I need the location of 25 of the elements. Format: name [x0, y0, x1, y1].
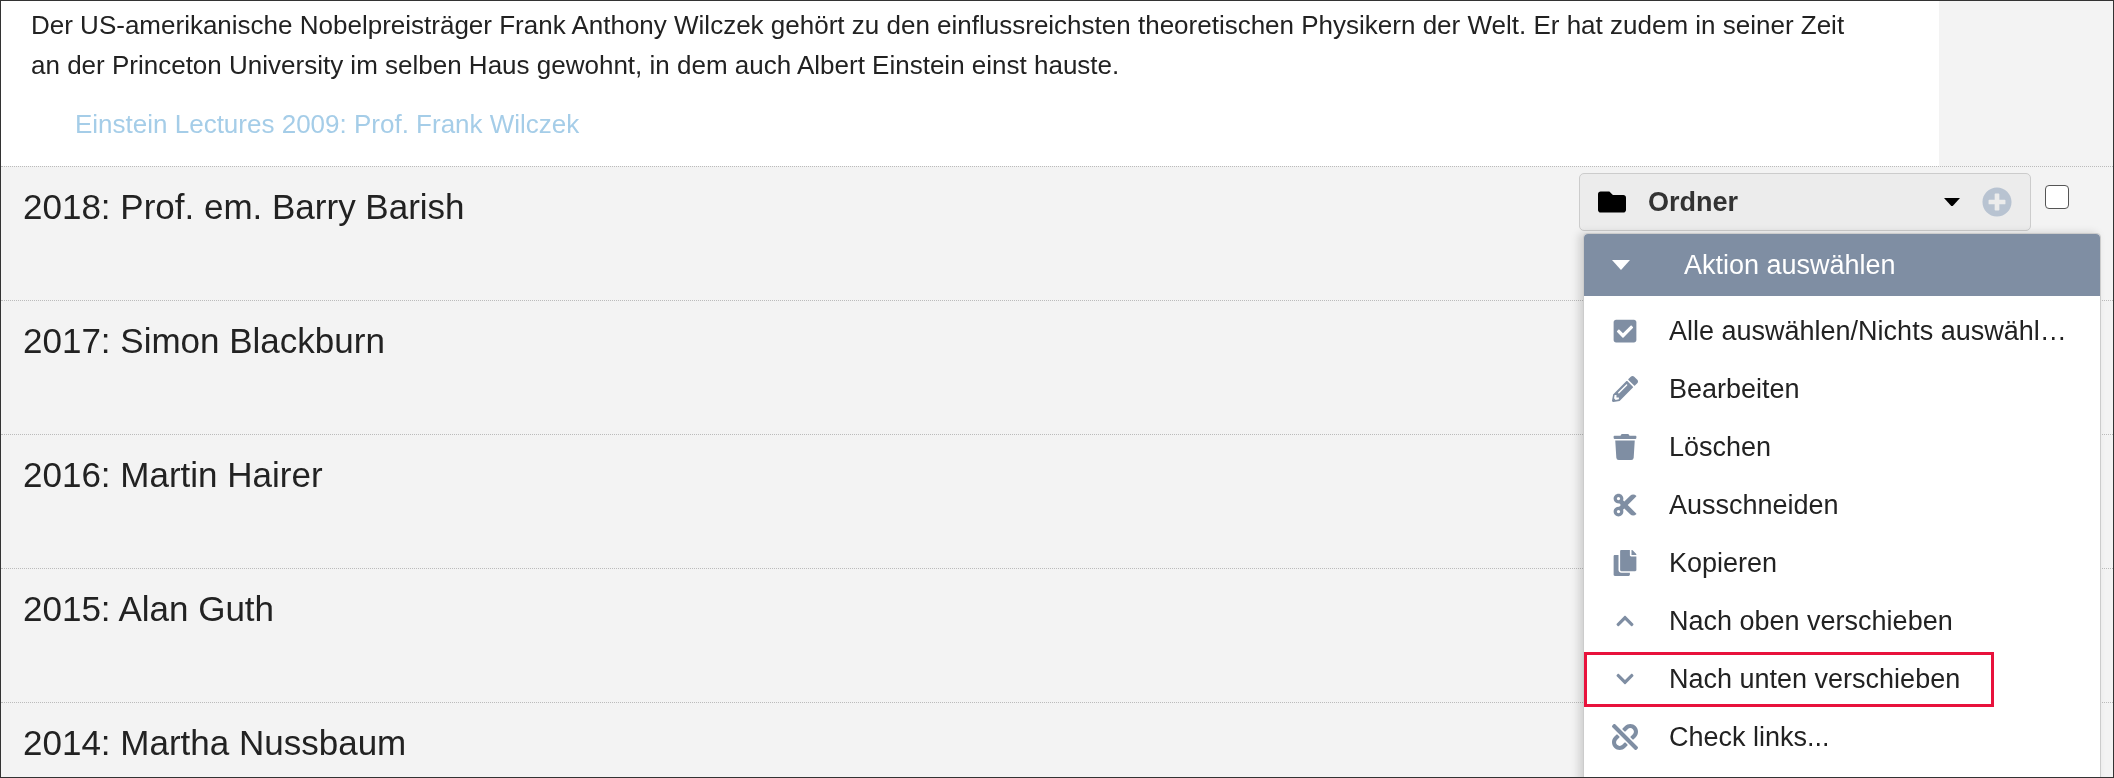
intro-paragraph: Der US-amerikanische Nobelpreisträger Frank Anthony Wilczek gehört zu den einflussreichsten theoretischen Physikern der Welt. Er hat zudem in seiner Zeit an der Princeton University im selben Haus gewohnt, in dem auch Albert Einstein einst hauste.: [31, 9, 1846, 82]
menu-item[interactable]: Bearbeiten: [1584, 361, 2084, 417]
caret-icon: [1612, 260, 1630, 270]
unlink-icon: [1612, 724, 1638, 750]
entry-title: 2015: Alan Guth: [23, 588, 275, 630]
menu-title: Aktion auswählen: [1684, 249, 1896, 281]
entry-title: 2018: Prof. em. Barry Barish: [23, 186, 465, 228]
menu-item[interactable]: Ausschneiden: [1584, 477, 2084, 533]
folder-select[interactable]: Ordner: [1579, 173, 2031, 231]
menu-item[interactable]: Alle auswählen/Nichts auswähl…: [1584, 303, 2084, 359]
entry-title: 2016: Martin Hairer: [23, 454, 323, 496]
caret-icon: [1944, 197, 1960, 207]
menu-item[interactable]: Check links...: [1584, 709, 2084, 765]
copy-icon: [1612, 550, 1638, 576]
menu-item[interactable]: Nach oben verschieben: [1584, 593, 2084, 649]
checkbox[interactable]: [2045, 185, 2069, 209]
menu-item[interactable]: Kopieren: [1584, 535, 2084, 591]
entry-title: 2017: Simon Blackburn: [23, 320, 385, 362]
trash-icon: [1612, 434, 1638, 460]
menu-item[interactable]: Nach unten verschieben: [1584, 651, 1994, 707]
checkbox-icon: [1612, 318, 1638, 344]
pencil-icon: [1612, 376, 1638, 402]
entry-title: 2014: Martha Nussbaum: [23, 722, 407, 764]
menu-item[interactable]: Löschen: [1584, 419, 2084, 475]
scissors-icon: [1612, 492, 1638, 518]
